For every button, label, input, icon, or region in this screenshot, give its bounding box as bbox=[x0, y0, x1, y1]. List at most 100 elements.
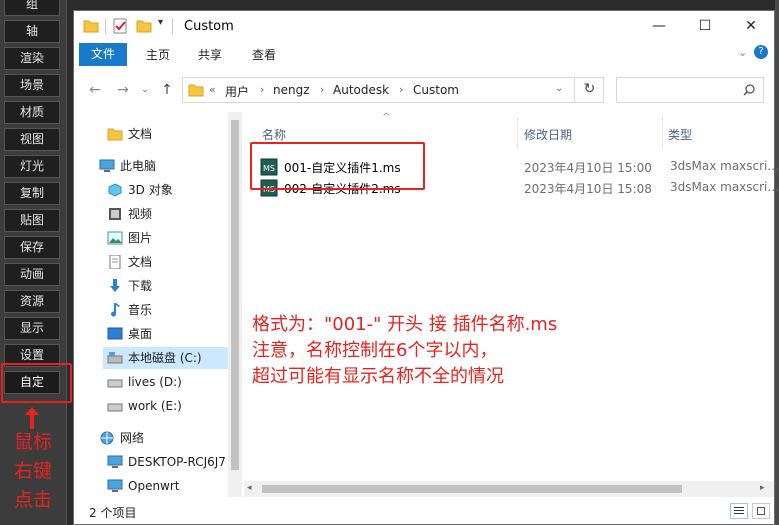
toolbar-scene-button[interactable]: 场景 bbox=[4, 74, 60, 97]
horizontal-scrollbar-thumb[interactable] bbox=[262, 485, 682, 493]
file-date: 2023年4月10日 15:00 bbox=[524, 161, 652, 175]
ribbon-expand-icon[interactable]: ⌄ bbox=[738, 46, 747, 59]
properties-icon[interactable] bbox=[112, 18, 128, 34]
nav-item-documents[interactable]: 文档 bbox=[107, 251, 227, 273]
breadcrumb-overflow[interactable]: « bbox=[209, 83, 216, 96]
column-header-date[interactable]: 修改日期 bbox=[524, 126, 572, 143]
drive-icon bbox=[107, 379, 123, 388]
toolbar-copy-button[interactable]: 复制 bbox=[4, 182, 60, 205]
back-arrow-icon[interactable]: ← bbox=[86, 81, 104, 99]
network-icon bbox=[100, 431, 114, 445]
nav-item-downloads[interactable]: 下载 bbox=[107, 275, 227, 297]
refresh-icon[interactable]: ↻ bbox=[574, 77, 604, 103]
scroll-left-icon[interactable]: ◂ bbox=[247, 483, 252, 493]
nav-item-videos[interactable]: 视频 bbox=[107, 203, 227, 225]
nav-item-desktop-pc[interactable]: DESKTOP-RCJ6J7 bbox=[107, 451, 227, 473]
window-title: Custom bbox=[184, 19, 234, 34]
scroll-right-icon[interactable]: ▸ bbox=[760, 483, 765, 493]
breadcrumb-autodesk[interactable]: Autodesk bbox=[333, 83, 389, 97]
status-bar: 2 个项目 bbox=[74, 499, 774, 524]
large-icons-view-icon[interactable] bbox=[752, 503, 770, 519]
download-icon bbox=[110, 279, 120, 292]
column-divider[interactable] bbox=[517, 117, 518, 149]
horizontal-scrollbar[interactable]: ◂ ▸ bbox=[244, 481, 774, 497]
nav-item-music[interactable]: 音乐 bbox=[107, 299, 227, 321]
toolbar-light-button[interactable]: 灯光 bbox=[4, 155, 60, 178]
breadcrumb-nengz[interactable]: nengz bbox=[273, 83, 310, 97]
window-edge bbox=[775, 0, 779, 525]
breadcrumb-custom[interactable]: Custom bbox=[413, 83, 459, 97]
nav-scrollbar-thumb[interactable] bbox=[231, 120, 239, 470]
search-input[interactable] bbox=[616, 77, 764, 103]
column-divider[interactable] bbox=[662, 117, 663, 149]
column-header-type[interactable]: 类型 bbox=[668, 126, 692, 143]
file-type: 3dsMax maxscri... bbox=[670, 159, 779, 173]
search-icon bbox=[743, 84, 755, 96]
breadcrumb-users[interactable]: 用户 bbox=[225, 83, 249, 100]
new-folder-icon[interactable] bbox=[136, 18, 152, 34]
nav-scrollbar[interactable] bbox=[228, 112, 242, 497]
naming-rule-annotation: 格式为："001-" 开头 接 插件名称.ms 注意，名称控制在6个字以内， 超… bbox=[252, 314, 558, 387]
network-pc-icon bbox=[107, 455, 123, 468]
document-icon bbox=[109, 255, 121, 269]
folder-icon bbox=[83, 20, 99, 33]
toolbar-display-button[interactable]: 显示 bbox=[4, 317, 60, 340]
folder-icon bbox=[107, 128, 123, 141]
chevron-right-icon[interactable]: › bbox=[399, 83, 403, 96]
toolbar-animation-button[interactable]: 动画 bbox=[4, 263, 60, 286]
column-header-name[interactable]: 名称 bbox=[262, 126, 286, 143]
file-date: 2023年4月10日 15:08 bbox=[524, 182, 652, 196]
forward-arrow-icon[interactable]: → bbox=[114, 81, 132, 99]
ribbon-tabs: 文件 主页 共享 查看 ⌄ ? bbox=[74, 42, 774, 67]
file-list: ^ 名称 修改日期 类型 MS 001-自定义插件1.ms 2023年4月10日… bbox=[244, 112, 779, 497]
toolbar-axis-button[interactable]: 轴 bbox=[4, 20, 60, 43]
chevron-right-icon[interactable]: › bbox=[320, 83, 324, 96]
tab-share[interactable]: 共享 bbox=[190, 45, 230, 65]
title-bar: ▾ Custom — ☐ ✕ bbox=[74, 11, 774, 42]
nav-item-openwrt[interactable]: Openwrt bbox=[107, 475, 227, 497]
nav-item-drive-e[interactable]: work (E:) bbox=[107, 395, 227, 417]
maximize-button[interactable]: ☐ bbox=[682, 11, 728, 42]
minimize-button[interactable]: — bbox=[636, 11, 682, 42]
nav-item-pictures[interactable]: 图片 bbox=[107, 227, 227, 249]
toolbar-save-button[interactable]: 保存 bbox=[4, 236, 60, 259]
details-view-icon[interactable] bbox=[730, 503, 748, 519]
music-icon bbox=[111, 303, 120, 317]
address-dropdown-icon[interactable]: ⌄ bbox=[555, 83, 563, 94]
divider bbox=[105, 18, 106, 34]
nav-item-drive-d[interactable]: lives (D:) bbox=[107, 371, 227, 393]
toolbar-assets-button[interactable]: 资源 bbox=[4, 290, 60, 313]
close-button[interactable]: ✕ bbox=[728, 11, 774, 42]
tab-home[interactable]: 主页 bbox=[138, 45, 178, 65]
address-bar[interactable]: « 用户 › nengz › Autodesk › Custom ⌄ bbox=[182, 77, 604, 103]
chevron-right-icon[interactable]: › bbox=[260, 83, 264, 96]
sort-up-icon: ^ bbox=[382, 112, 391, 123]
file-type: 3dsMax maxscri... bbox=[670, 180, 779, 194]
network-pc-icon bbox=[107, 479, 123, 492]
files-highlight bbox=[250, 142, 425, 190]
toolbar-render-button[interactable]: 渲染 bbox=[4, 47, 60, 70]
recent-locations-icon[interactable]: ⌄ bbox=[136, 81, 154, 99]
toolbar-texture-button[interactable]: 贴图 bbox=[4, 209, 60, 232]
divider bbox=[172, 18, 173, 34]
up-arrow-icon[interactable]: ↑ bbox=[158, 81, 176, 99]
custom-button-highlight bbox=[1, 363, 72, 403]
picture-icon bbox=[107, 231, 123, 245]
nav-item-3d-objects[interactable]: 3D 对象 bbox=[107, 179, 227, 201]
tab-file[interactable]: 文件 bbox=[79, 43, 127, 66]
nav-item-desktop[interactable]: 桌面 bbox=[107, 323, 227, 345]
nav-item-documents-pinned[interactable]: 文档 bbox=[107, 123, 227, 145]
arrow-up-icon bbox=[25, 407, 39, 429]
customize-quick-access-icon[interactable]: ▾ bbox=[158, 17, 163, 28]
help-icon[interactable]: ? bbox=[754, 45, 768, 59]
toolbar-material-button[interactable]: 材质 bbox=[4, 101, 60, 124]
file-explorer-window: ▾ Custom — ☐ ✕ 文件 主页 共享 查看 ⌄ ? ← → ⌄ ↑ «… bbox=[73, 10, 779, 525]
nav-item-network[interactable]: 网络 bbox=[99, 427, 227, 449]
toolbar-view-button[interactable]: 视图 bbox=[4, 128, 60, 151]
toolbar-group-button[interactable]: 组 bbox=[4, 0, 60, 16]
address-row: ← → ⌄ ↑ « 用户 › nengz › Autodesk › Custom… bbox=[74, 67, 774, 112]
navigation-pane: 文档 此电脑 3D 对象 视频 图片 文档 下载 音乐 桌面 本地磁盘 (C:)… bbox=[74, 112, 242, 497]
nav-item-this-pc[interactable]: 此电脑 bbox=[99, 155, 227, 177]
tab-view[interactable]: 查看 bbox=[244, 45, 284, 65]
nav-item-drive-c[interactable]: 本地磁盘 (C:) bbox=[103, 347, 228, 369]
